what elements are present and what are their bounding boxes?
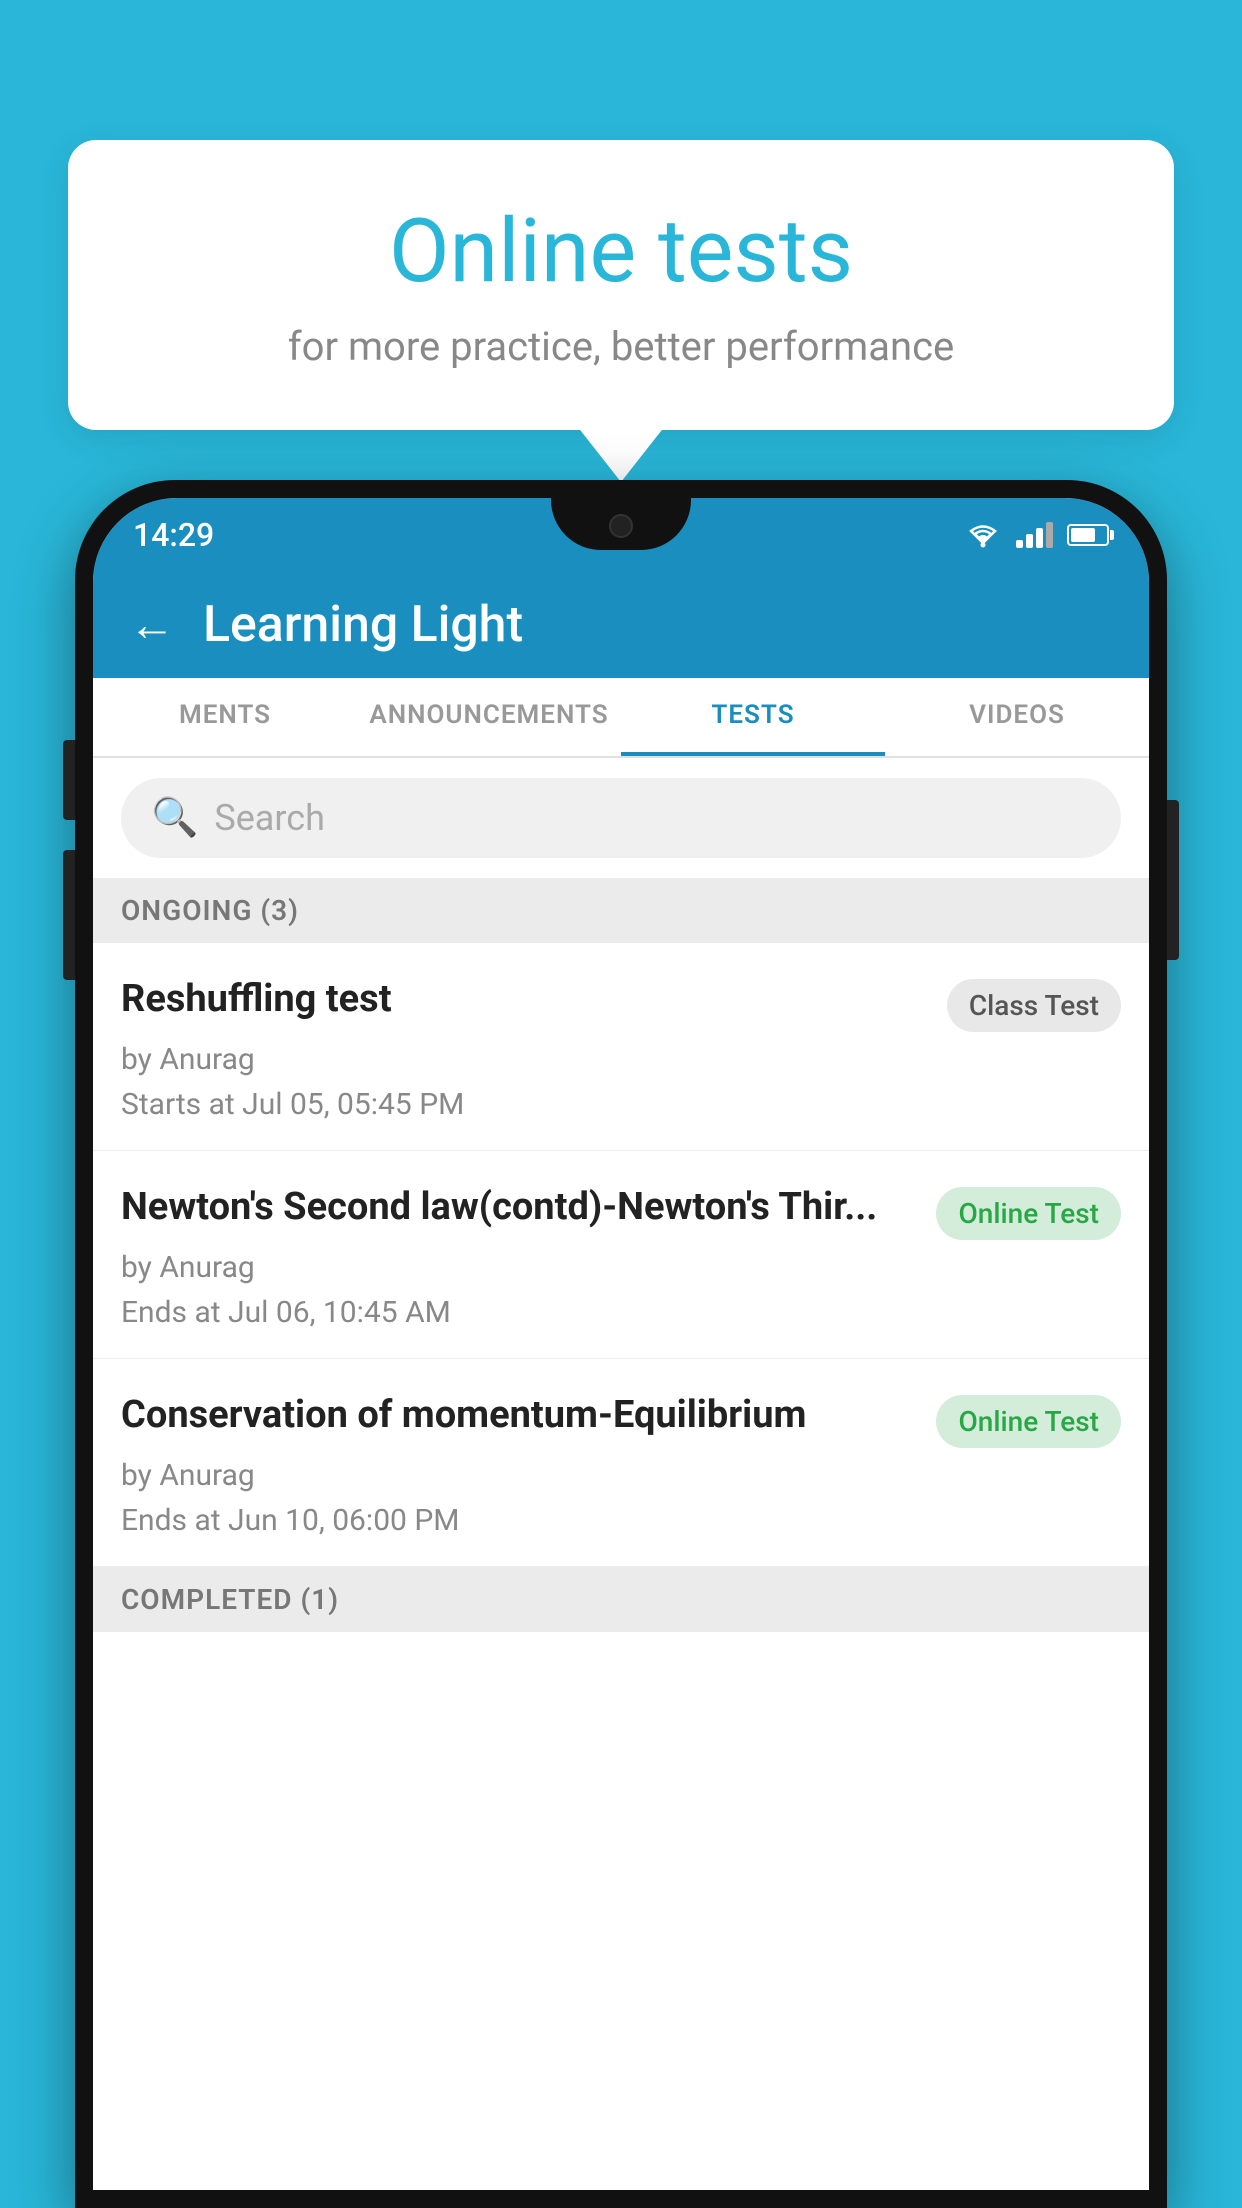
test-author: by Anurag: [121, 1458, 1121, 1493]
phone-frame: 14:29: [75, 480, 1167, 2208]
tab-videos[interactable]: VIDEOS: [885, 678, 1149, 756]
test-time: Ends at Jun 10, 06:00 PM: [121, 1503, 1121, 1538]
status-time: 14:29: [133, 516, 214, 554]
bubble-title: Online tests: [148, 200, 1094, 303]
promo-bubble: Online tests for more practice, better p…: [68, 140, 1174, 430]
test-time: Starts at Jul 05, 05:45 PM: [121, 1087, 1121, 1122]
battery-icon: [1067, 524, 1109, 546]
side-button-vol-up: [63, 740, 75, 820]
test-item[interactable]: Newton's Second law(contd)-Newton's Thir…: [93, 1151, 1149, 1359]
status-icons: [964, 521, 1109, 549]
test-name: Newton's Second law(contd)-Newton's Thir…: [121, 1183, 920, 1232]
bubble-subtitle: for more practice, better performance: [148, 323, 1094, 370]
wifi-icon: [964, 521, 1002, 549]
test-name: Conservation of momentum-Equilibrium: [121, 1391, 920, 1440]
phone-screen: 14:29: [93, 498, 1149, 2190]
test-badge: Online Test: [936, 1395, 1121, 1448]
tab-bar: MENTS ANNOUNCEMENTS TESTS VIDEOS: [93, 678, 1149, 758]
camera: [609, 514, 633, 538]
back-button[interactable]: ←: [129, 602, 175, 648]
app-header: ← Learning Light: [93, 572, 1149, 678]
test-badge: Class Test: [947, 979, 1121, 1032]
side-button-power: [1167, 800, 1179, 960]
status-bar: 14:29: [93, 498, 1149, 572]
search-icon: 🔍: [151, 796, 198, 840]
test-author: by Anurag: [121, 1042, 1121, 1077]
signal-icon: [1016, 522, 1053, 548]
completed-section-label: COMPLETED (1): [93, 1567, 1149, 1632]
side-button-vol-down: [63, 850, 75, 980]
tab-tests[interactable]: TESTS: [621, 678, 885, 756]
notch: [551, 498, 691, 550]
app-title: Learning Light: [203, 596, 523, 654]
test-item[interactable]: Reshuffling test Class Test by Anurag St…: [93, 943, 1149, 1151]
ongoing-section-label: ONGOING (3): [93, 878, 1149, 943]
test-name: Reshuffling test: [121, 975, 931, 1024]
test-time: Ends at Jul 06, 10:45 AM: [121, 1295, 1121, 1330]
test-author: by Anurag: [121, 1250, 1121, 1285]
tab-ments[interactable]: MENTS: [93, 678, 357, 756]
test-list: Reshuffling test Class Test by Anurag St…: [93, 943, 1149, 2190]
search-placeholder: Search: [214, 797, 325, 839]
search-bar[interactable]: 🔍 Search: [121, 778, 1121, 858]
test-item[interactable]: Conservation of momentum-Equilibrium Onl…: [93, 1359, 1149, 1567]
search-container: 🔍 Search: [93, 758, 1149, 878]
test-badge: Online Test: [936, 1187, 1121, 1240]
tab-announcements[interactable]: ANNOUNCEMENTS: [357, 678, 621, 756]
